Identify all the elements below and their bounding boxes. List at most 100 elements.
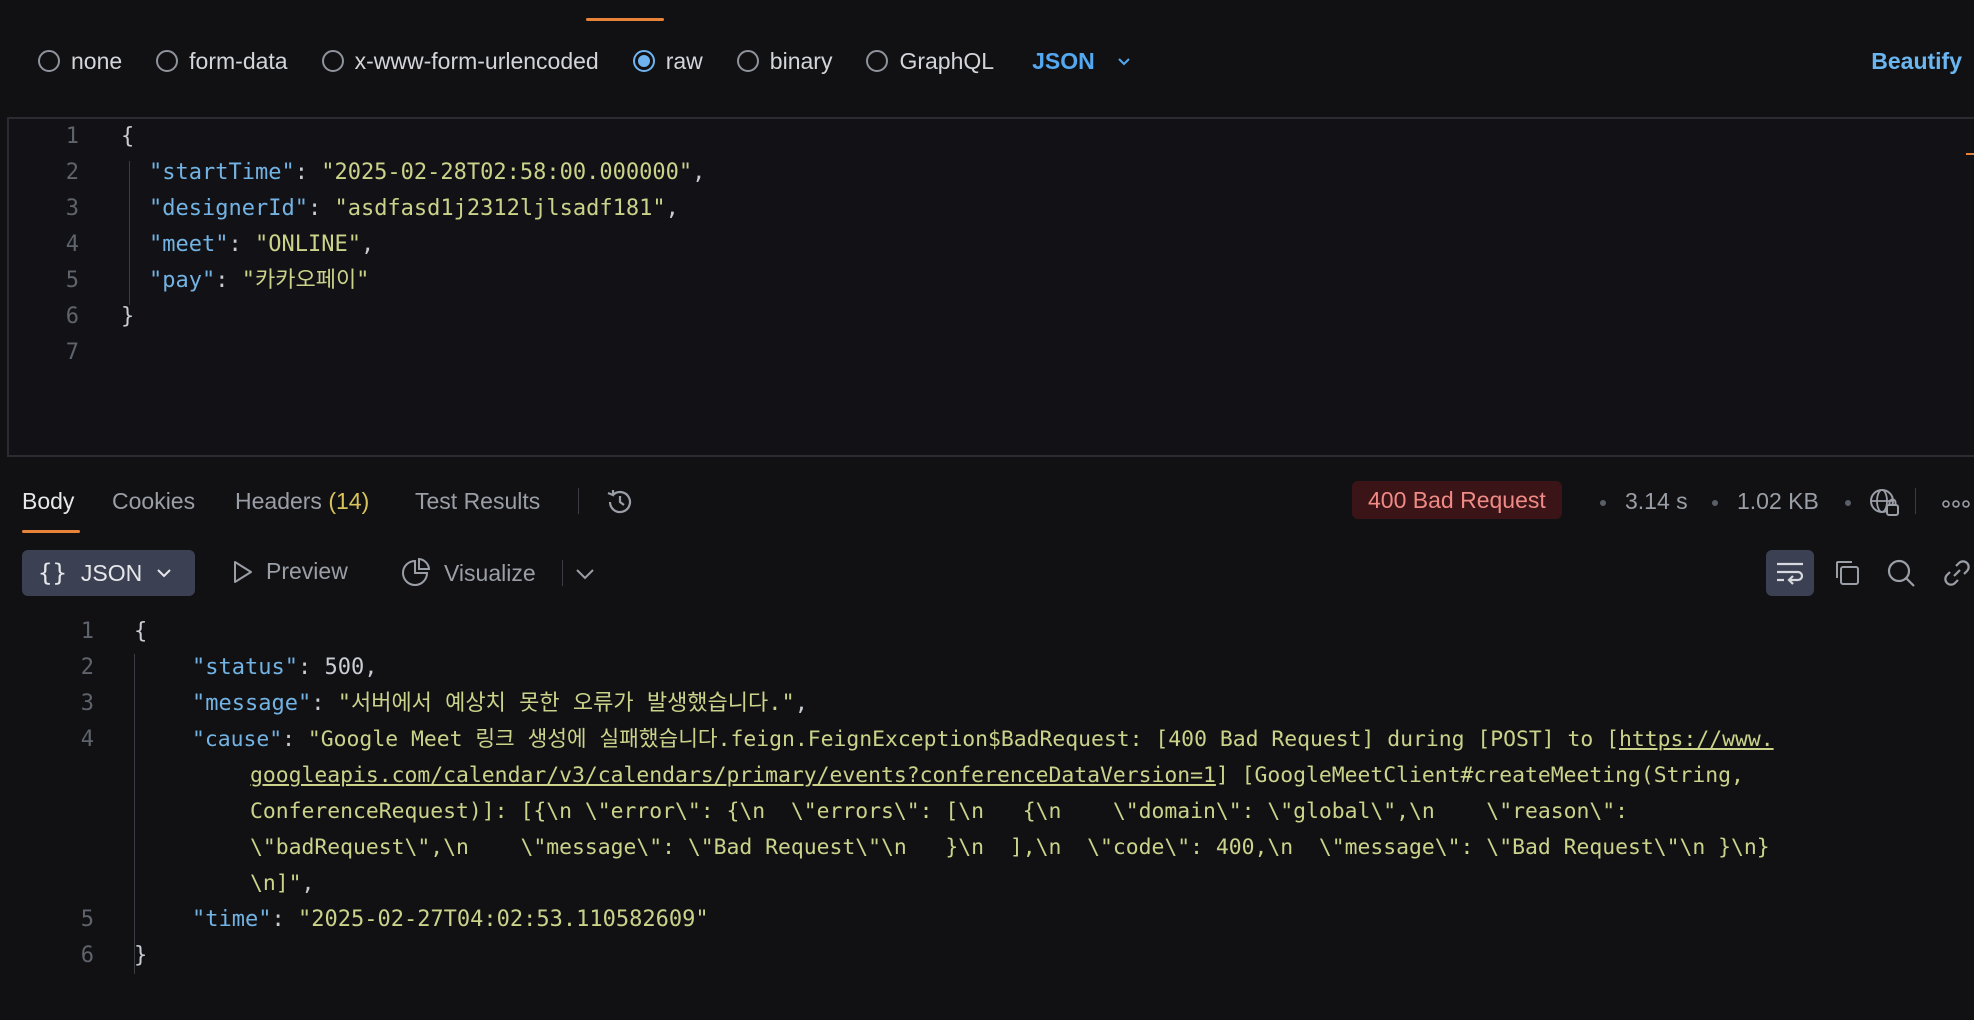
play-icon [234, 560, 252, 583]
response-format-label: JSON [80, 559, 143, 586]
code-text: \"badRequest\",\n \"message\": \"Bad Req… [250, 835, 1770, 860]
json-punct: , [360, 232, 375, 257]
line-number: 4 [65, 232, 79, 257]
code-text: "meet": "ONLINE", [149, 232, 375, 257]
code-text: { [134, 619, 148, 644]
more-options-icon[interactable] [1942, 500, 1974, 508]
radio-binary[interactable]: binary [736, 47, 833, 75]
code-text: ConferenceRequest)]: [{\n \"error\": {\n… [250, 799, 1628, 824]
radio-label: form-data [189, 47, 288, 74]
tab-cookies[interactable]: Cookies [112, 488, 195, 515]
tab-body-underline [22, 530, 80, 533]
code-text: "pay": "카카오페이" [149, 268, 370, 293]
body-type-selector: none form-data x-www-form-urlencoded raw… [0, 38, 1974, 84]
status-badge[interactable]: 400 Bad Request [1352, 481, 1562, 519]
radio-label: GraphQL [899, 47, 995, 74]
copy-icon[interactable] [1832, 558, 1862, 588]
radio-x-www-form-urlencoded[interactable]: x-www-form-urlencoded [321, 47, 599, 75]
line-number: 7 [65, 340, 79, 365]
json-value: "ONLINE" [254, 232, 361, 257]
json-key: "meet" [149, 232, 229, 257]
chevron-down-icon[interactable] [572, 561, 598, 587]
json-value: \n]" [250, 871, 302, 896]
visualize-icon [402, 558, 431, 586]
url-link[interactable]: googleapis.com/calendar/v3/calendars/pri… [250, 763, 1216, 788]
radio-circle [866, 50, 889, 72]
beautify-button[interactable]: Beautify [1871, 48, 1962, 75]
radio-label: binary [769, 47, 833, 74]
response-size[interactable]: 1.02 KB [1737, 488, 1819, 515]
json-value: "카카오페이" [241, 268, 370, 293]
line-number: 4 [80, 727, 94, 752]
json-punct: , [692, 160, 706, 185]
chevron-down-icon [157, 569, 171, 578]
line-number: 5 [80, 907, 94, 932]
json-key: "designerId" [149, 196, 308, 221]
json-key: "pay" [149, 268, 216, 293]
code-text: "startTime": "2025-02-28T02:58:00.000000… [149, 160, 706, 185]
response-body-viewer[interactable]: 1 { 2 "status": 500, 3 "message": "서버에서 예상치… [0, 614, 1974, 1020]
tab-headers[interactable]: Headers (14) [235, 488, 369, 515]
code-text: "designerId": "asdfasd1j2312ljlsadf181", [149, 196, 679, 221]
code-text: } [121, 304, 135, 329]
line-number: 1 [80, 619, 94, 644]
radio-circle [321, 50, 344, 72]
code-text: \n]", [250, 871, 315, 896]
postman-request-response-view: none form-data x-www-form-urlencoded raw… [0, 0, 1974, 1020]
line-number: 2 [80, 655, 94, 680]
json-value: "asdfasd1j2312ljlsadf181" [334, 196, 666, 221]
json-value: "서버에서 예상치 못한 오류가 발생했습니다." [337, 691, 795, 716]
line-number: 6 [65, 304, 79, 329]
wrap-lines-button[interactable] [1766, 550, 1814, 596]
indent-guide [129, 161, 130, 305]
radio-none[interactable]: none [38, 48, 122, 75]
tab-test-results[interactable]: Test Results [415, 488, 540, 515]
radio-raw[interactable]: raw [632, 47, 703, 75]
line-number: 2 [65, 160, 79, 185]
raw-language-label: JSON [1032, 47, 1095, 74]
url-link[interactable]: https://www. [1619, 727, 1774, 752]
response-time[interactable]: 3.14 s [1625, 488, 1688, 515]
meta-separator [1845, 500, 1851, 506]
request-body-editor[interactable]: 1 { 2 "startTime": "2025-02-28T02:58:00.00… [7, 117, 1974, 457]
meta-separator [1600, 500, 1606, 506]
code-text: { [121, 124, 135, 149]
headers-count-badge: (14) [328, 488, 370, 514]
tab-headers-label: Headers [235, 488, 322, 514]
code-text: "message": "서버에서 예상치 못한 오류가 발생했습니다.", [192, 691, 809, 716]
json-value: 500 [324, 655, 365, 680]
response-format-dropdown[interactable]: {} JSON [22, 550, 195, 596]
visualize-button[interactable]: Visualize [400, 558, 536, 588]
divider [578, 488, 579, 514]
search-icon[interactable] [1886, 558, 1916, 588]
line-number: 3 [65, 196, 79, 221]
radio-label: raw [665, 47, 703, 74]
meta-separator [1712, 500, 1718, 506]
json-value: "Google Meet 링크 생성에 실패했습니다.feign.FeignEx… [307, 727, 1620, 752]
chevron-down-icon [1117, 58, 1130, 66]
radio-label: x-www-form-urlencoded [354, 47, 599, 74]
line-number: 1 [65, 124, 79, 149]
active-tab-indicator [586, 18, 664, 21]
divider [1915, 488, 1916, 514]
radio-form-data[interactable]: form-data [156, 47, 288, 75]
radio-graphql[interactable]: GraphQL [866, 48, 994, 75]
json-key: "status" [192, 655, 298, 680]
history-icon[interactable] [603, 485, 637, 519]
line-number: 5 [65, 268, 79, 293]
json-key: "startTime" [149, 160, 295, 185]
json-value: "2025-02-28T02:58:00.000000" [321, 160, 693, 185]
json-key: "cause" [192, 727, 283, 752]
response-tabs: Body Cookies Headers (14) Test Results 4… [0, 478, 1974, 534]
preview-button[interactable]: Preview [232, 558, 348, 585]
response-toolbar: {} JSON Preview Visualize [0, 548, 1974, 598]
json-key: "message" [192, 691, 312, 716]
code-text: } [134, 943, 148, 968]
line-number: 3 [80, 691, 94, 716]
link-icon[interactable] [1942, 558, 1972, 588]
tab-body[interactable]: Body [22, 488, 74, 515]
raw-language-dropdown[interactable]: JSON [1032, 48, 1131, 75]
network-globe-icon[interactable] [1868, 486, 1900, 518]
radio-label: none [71, 47, 123, 74]
json-value: ] [GoogleMeetClient#createMeeting(String… [1215, 763, 1744, 788]
